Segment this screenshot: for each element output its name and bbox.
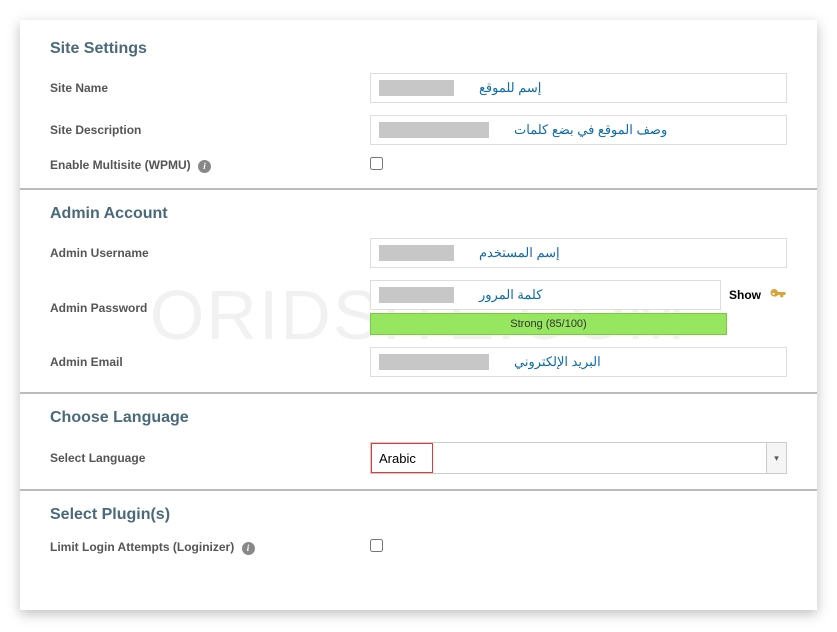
site-settings-title: Site Settings [50, 40, 787, 58]
admin-email-placeholder: البريد الإلكتروني [514, 354, 601, 370]
info-icon[interactable]: i [198, 160, 211, 173]
loginizer-checkbox[interactable] [370, 539, 383, 552]
site-name-input[interactable]: إسم للموقع [370, 73, 787, 103]
admin-email-label: Admin Email [50, 355, 370, 369]
select-language-label: Select Language [50, 451, 370, 465]
section-divider [20, 188, 817, 190]
admin-username-input[interactable]: إسم المستخدم [370, 238, 787, 268]
admin-account-title: Admin Account [50, 205, 787, 223]
redacted-block [379, 245, 454, 261]
redacted-block [379, 287, 454, 303]
section-divider [20, 489, 817, 491]
admin-username-placeholder: إسم المستخدم [479, 245, 560, 261]
redacted-block [379, 122, 489, 138]
select-plugins-title: Select Plugin(s) [50, 506, 787, 524]
admin-username-label: Admin Username [50, 246, 370, 260]
redacted-block [379, 354, 489, 370]
choose-language-title: Choose Language [50, 409, 787, 427]
admin-password-label: Admin Password [50, 301, 370, 315]
key-icon[interactable] [769, 286, 787, 304]
section-divider [20, 392, 817, 394]
site-description-label: Site Description [50, 123, 370, 137]
admin-password-input[interactable]: كلمة المرور [370, 280, 721, 310]
site-description-placeholder: وصف الموقع في بضع كلمات [514, 122, 667, 138]
redacted-block [379, 80, 454, 96]
admin-email-input[interactable]: البريد الإلكتروني [370, 347, 787, 377]
enable-multisite-label: Enable Multisite (WPMU) [50, 158, 191, 172]
site-name-label: Site Name [50, 81, 370, 95]
loginizer-label: Limit Login Attempts (Loginizer) [50, 540, 234, 554]
site-description-input[interactable]: وصف الموقع في بضع كلمات [370, 115, 787, 145]
site-name-placeholder: إسم للموقع [479, 80, 541, 96]
enable-multisite-checkbox[interactable] [370, 157, 383, 170]
info-icon[interactable]: i [242, 542, 255, 555]
admin-password-placeholder: كلمة المرور [479, 287, 542, 303]
password-strength-bar: Strong (85/100) [370, 313, 727, 335]
show-password-button[interactable]: Show [729, 288, 761, 302]
language-select[interactable]: Arabic [370, 442, 787, 474]
